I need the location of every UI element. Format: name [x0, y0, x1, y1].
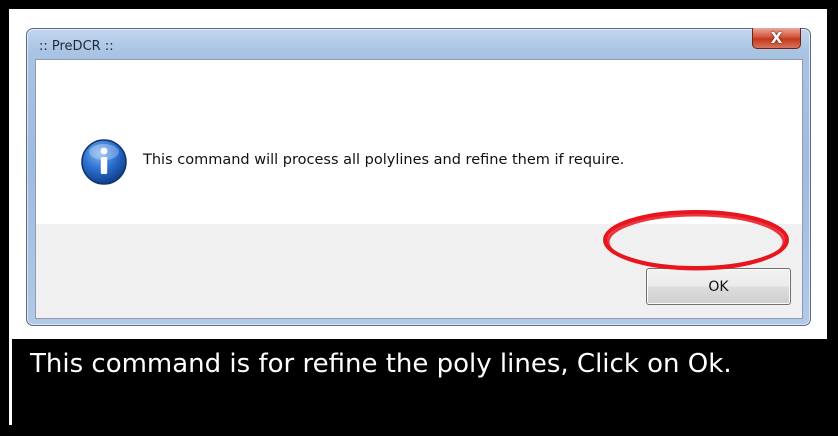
- dialog-titlebar[interactable]: :: PreDCR :: X: [27, 28, 810, 59]
- dialog-client-area: This command will process all polylines …: [35, 59, 803, 319]
- caption-text: This command is for refine the poly line…: [30, 349, 732, 379]
- close-button[interactable]: X: [752, 28, 801, 49]
- instruction-caption: This command is for refine the poly line…: [12, 339, 830, 427]
- close-icon: X: [770, 28, 783, 47]
- message-dialog: :: PreDCR :: X This command will process…: [26, 28, 811, 326]
- ok-button-label: OK: [708, 278, 729, 295]
- dialog-message: This command will process all polylines …: [143, 152, 625, 168]
- info-icon: [81, 139, 127, 185]
- dialog-title: :: PreDCR ::: [39, 39, 114, 54]
- dialog-content: This command will process all polylines …: [36, 60, 802, 224]
- ok-button[interactable]: OK: [646, 268, 791, 305]
